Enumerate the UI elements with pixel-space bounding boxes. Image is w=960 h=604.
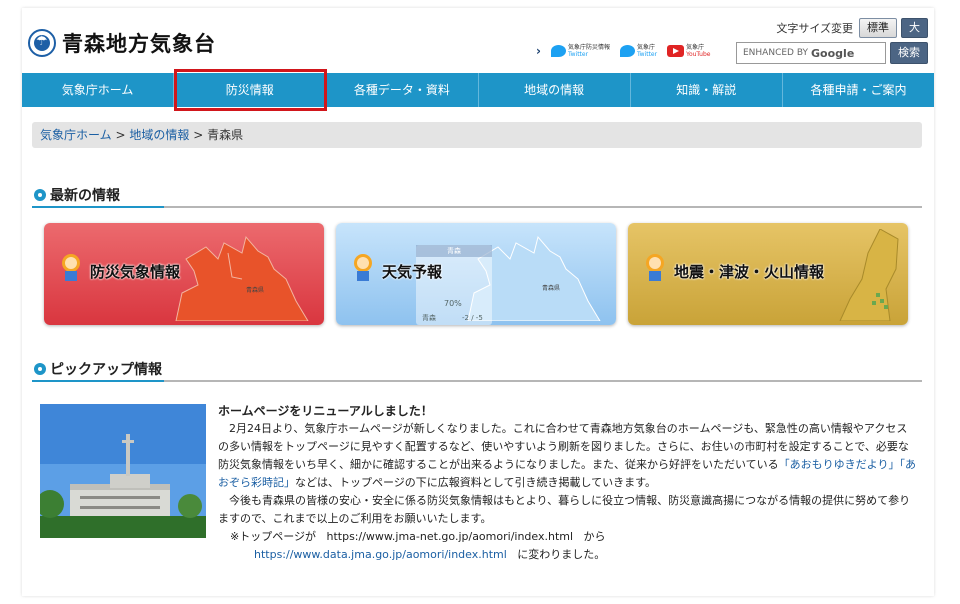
card-map-label: 青森県 [541,285,560,292]
breadcrumb-home[interactable]: 気象庁ホーム [40,128,112,142]
article-paragraph: 2月24日より、気象庁ホームページが新しくなりました。これに合わせて青森地方気象… [218,420,918,492]
latest-info-title: 最新の情報 [50,188,120,204]
twitter-bird-icon [550,45,566,57]
article-title: ホームページをリニューアルしました！ [218,404,433,418]
card-label: 防災気象情報 [90,263,181,281]
font-size-label: 文字サイズ変更 [776,22,853,35]
nav-item-jma-home[interactable]: 気象庁ホーム [22,73,175,107]
header: 青森地方気象台 文字サイズ変更 標準 大 › 気象庁防災情報Twitter 気象… [22,8,934,72]
sns-name: 気象庁 [636,44,655,51]
card-weather-forecast[interactable]: 青森県 青森 70% 青森 -2 / -5 天気予報 [336,223,616,325]
youtube-play-icon [667,45,685,57]
article-text: などは、トップページの下に広報資料として引き続き掲載していきます。 [295,476,657,489]
card-label: 地震・津波・火山情報 [674,263,825,281]
nav-item-applications[interactable]: 各種申請・ご案内 [783,73,934,107]
card-disaster-weather[interactable]: 青森県 防災気象情報 [44,223,324,325]
search-brand: Google [811,46,855,60]
site-search: ENHANCED BY Google 検索 [736,42,928,64]
mascot-icon [62,254,80,281]
pickup-article: ホームページをリニューアルしました！ 2月24日より、気象庁ホームページが新しく… [218,402,918,564]
site-title: 青森地方気象台 [62,31,216,56]
sns-sub: YouTube [686,51,711,58]
article-note: https://www.data.jma.go.jp/aomori/index.… [218,546,918,564]
breadcrumb-region[interactable]: 地域の情報 [129,128,189,142]
breadcrumb-sep: > [115,128,126,142]
sns-sub: Twitter [567,51,589,58]
forecast-panel-head: 青森 [416,245,492,257]
search-input[interactable]: ENHANCED BY Google [736,42,886,64]
mascot-icon [354,254,372,281]
card-label: 天気予報 [382,263,443,281]
office-building-photo [40,404,206,538]
site-logo[interactable]: 青森地方気象台 [28,28,216,58]
note-prefix: ※トップページが [230,530,316,543]
nav-item-knowledge[interactable]: 知識・解説 [631,73,783,107]
article-paragraph: 今後も青森県の皆様の安心・安全に係る防災気象情報はもとより、暮らしに役立つ情報、… [218,494,911,525]
search-prefix: ENHANCED BY [743,48,809,58]
card-earthquake-tsunami-volcano[interactable]: 地震・津波・火山情報 [628,223,908,325]
twitter-bosai-link[interactable]: 気象庁防災情報 Twitter [550,44,610,58]
font-large-button[interactable]: 大 [901,18,928,38]
note-mid: から [583,530,606,543]
nav-highlight-box [174,69,327,111]
breadcrumb-sep: > [193,128,204,142]
twitter-bird-icon [619,45,635,57]
sns-sub: Twitter [636,51,658,58]
aomori-yukidayori-link[interactable]: 「あおもりゆきだより」 [779,458,900,471]
twitter-jma-link[interactable]: 気象庁 Twitter [619,44,658,58]
latest-info-heading: 最新の情報 [32,184,922,208]
page: 青森地方気象台 文字サイズ変更 標準 大 › 気象庁防災情報Twitter 気象… [22,8,934,596]
breadcrumb-current: 青森県 [207,128,244,142]
mascot-icon [646,254,664,281]
youtube-jma-link[interactable]: 気象庁 YouTube [667,44,710,58]
forecast-panel: 青森 70% 青森 -2 / -5 [416,245,492,325]
chevron-right-icon: › [536,44,541,58]
old-url: https://www.jma-net.go.jp/aomori/index.h… [326,530,574,543]
breadcrumb: 気象庁ホーム > 地域の情報 > 青森県 [32,122,922,148]
new-url-link[interactable]: https://www.data.jma.go.jp/aomori/index.… [254,548,507,561]
bullet-icon [34,189,46,201]
font-size-switcher: 文字サイズ変更 標準 大 [776,18,928,38]
global-nav: 気象庁ホーム 防災情報 各種データ・資料 地域の情報 知識・解説 各種申請・ご案… [22,73,934,107]
sns-links: › 気象庁防災情報 Twitter 気象庁 Twitter 気象庁 YouTube [536,44,710,58]
pickup-title: ピックアップ情報 [50,362,162,378]
search-button[interactable]: 検索 [890,42,928,64]
bullet-icon [34,363,46,375]
jma-logo-icon [28,29,56,57]
sns-name: 気象庁防災情報 [567,44,610,51]
sns-name: 気象庁 [686,44,705,51]
note-suffix: に変わりました。 [517,548,606,561]
article-note: ※トップページが https://www.jma-net.go.jp/aomor… [218,528,918,546]
nav-item-regional-info[interactable]: 地域の情報 [479,73,631,107]
forecast-pop: 70% [444,299,462,308]
nav-item-data[interactable]: 各種データ・資料 [326,73,479,107]
forecast-city: 青森 [422,314,436,322]
card-map-label: 青森県 [245,287,264,294]
forecast-temp: -2 / -5 [462,314,483,322]
pickup-heading: ピックアップ情報 [32,358,922,382]
font-standard-button[interactable]: 標準 [859,18,897,38]
